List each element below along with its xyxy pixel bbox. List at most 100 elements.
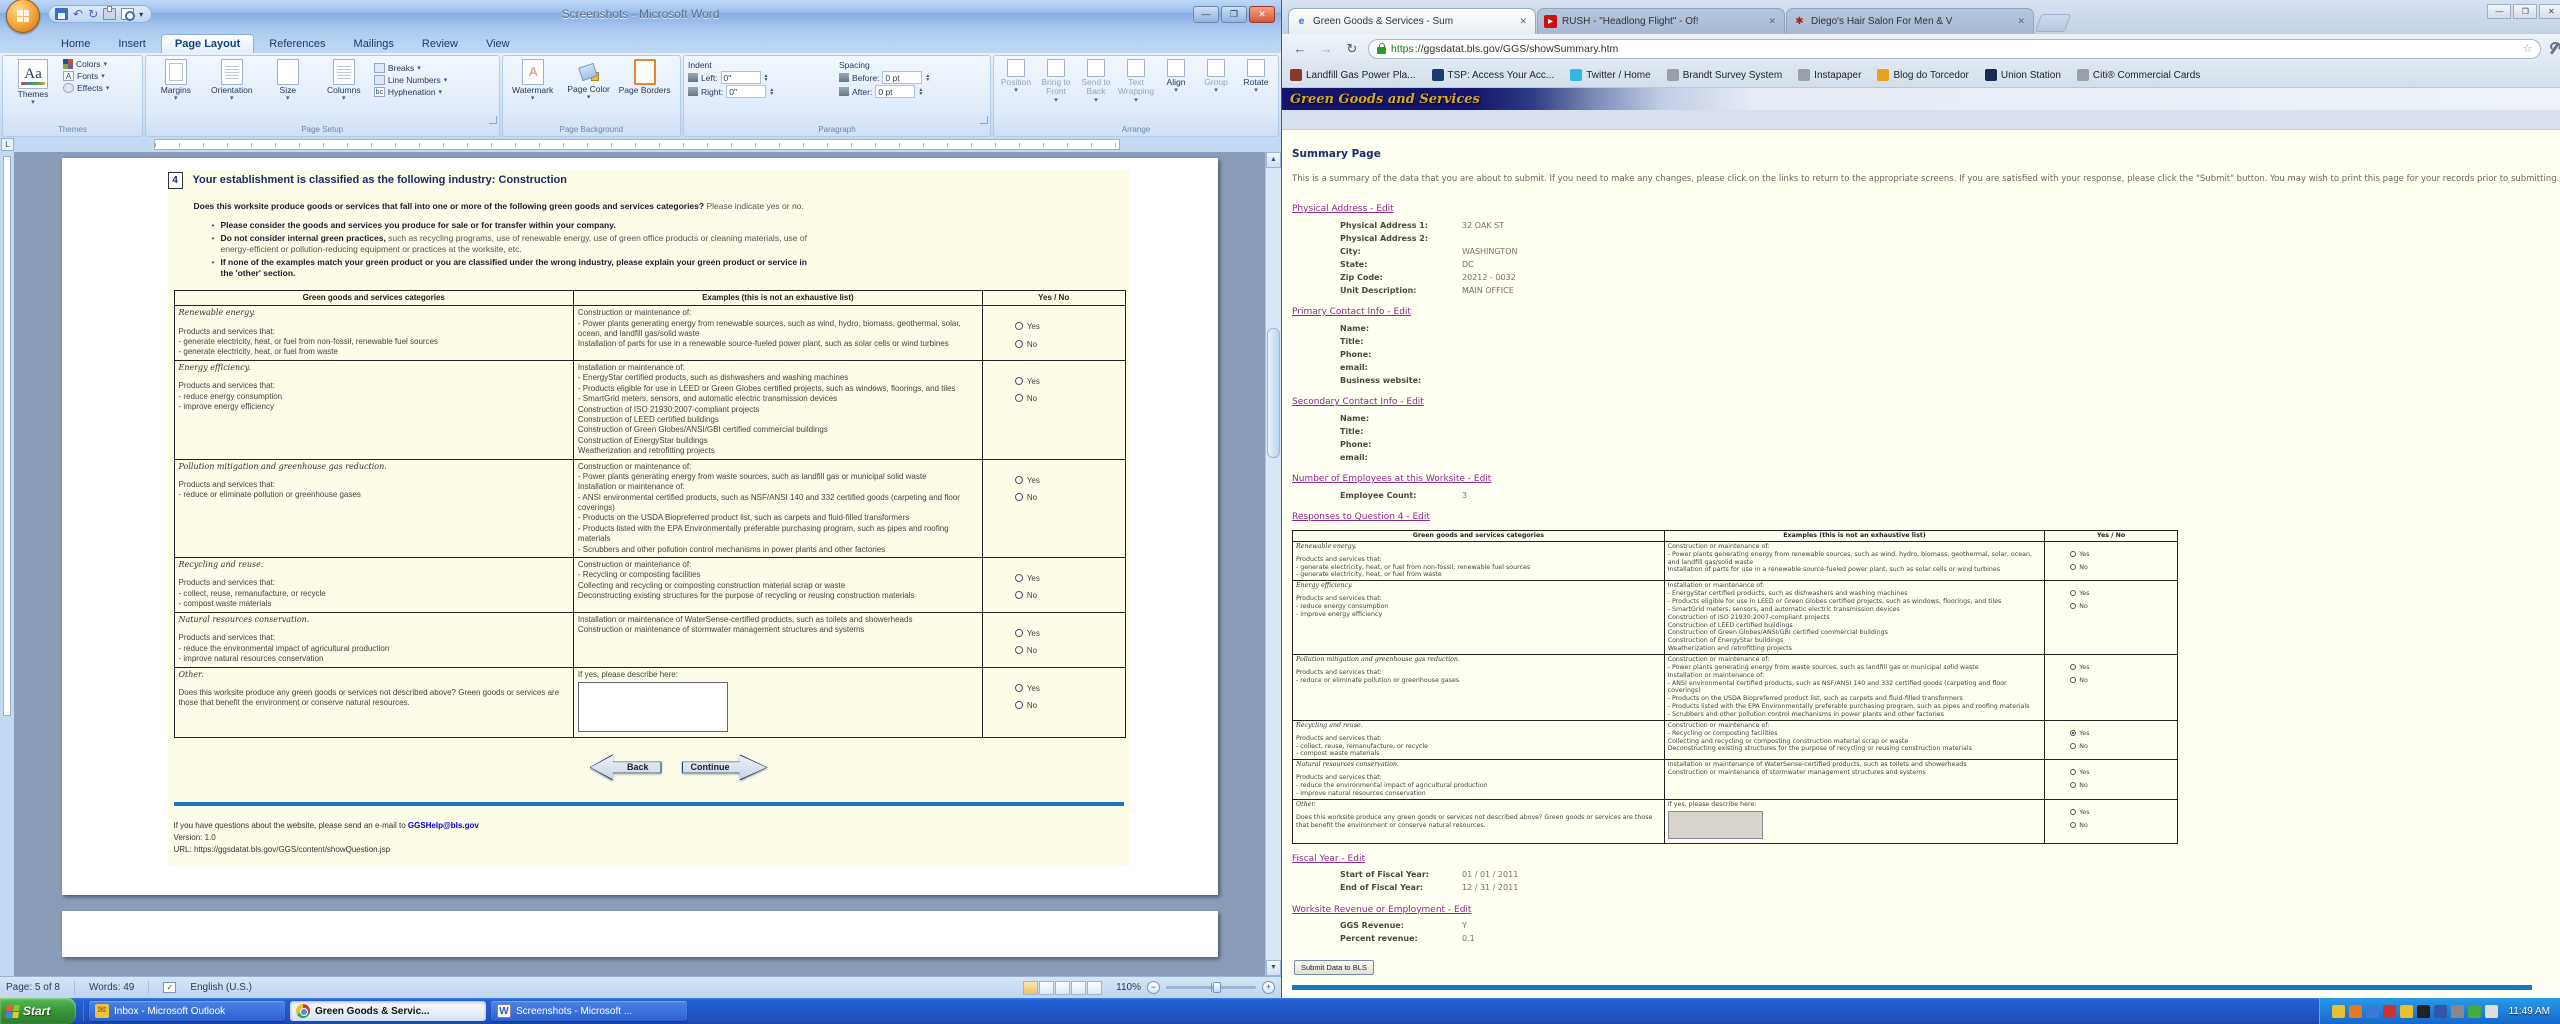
ribbon-tab-view[interactable]: View <box>473 35 523 53</box>
calendar-icon[interactable] <box>2349 1005 2362 1018</box>
chrome-minimize-button[interactable]: — <box>2487 4 2511 19</box>
bookmark-item[interactable]: Citi® Commercial Cards <box>2077 69 2200 81</box>
align-button[interactable]: Align▾ <box>1158 59 1194 124</box>
radio-no[interactable]: No <box>2070 603 2088 611</box>
page-setup-dialog-launcher[interactable] <box>489 116 497 124</box>
taskbar-item[interactable]: WScreenshots - Microsoft ... <box>491 1001 687 1021</box>
spellcheck-icon[interactable]: ✓ <box>163 982 176 993</box>
wrench-menu-icon[interactable] <box>2547 42 2560 56</box>
chrome-restore-button[interactable]: ❐ <box>2513 4 2537 19</box>
tab-close-icon[interactable]: ✕ <box>1766 16 1778 27</box>
section-edit-link[interactable]: Secondary Contact Info - Edit <box>1292 397 1424 407</box>
taskbar-item[interactable]: ✉Inbox - Microsoft Outlook <box>89 1001 285 1021</box>
radio-yes-icon[interactable] <box>2070 551 2076 557</box>
bookmark-item[interactable]: Instapaper <box>1798 69 1861 81</box>
radio-no[interactable]: No <box>1015 493 1037 503</box>
restore-button[interactable]: ❐ <box>1221 6 1247 23</box>
line-numbers-button[interactable]: Line Numbers▾ <box>374 75 447 85</box>
tab-close-icon[interactable]: ✕ <box>1517 16 1529 27</box>
start-button[interactable]: Start <box>0 998 76 1024</box>
browser-tab[interactable]: eGreen Goods & Services - Sum✕ <box>1288 8 1536 34</box>
address-bar[interactable]: https://ggsdatat.bls.gov/GGS/showSummary… <box>1368 39 2541 59</box>
submit-button[interactable]: Submit Data to BLS <box>1294 960 1374 975</box>
word-scrollbar[interactable]: ▲ ▼ <box>1265 152 1281 976</box>
zoom-out-button[interactable]: − <box>1147 981 1160 994</box>
radio-no-icon[interactable] <box>1015 646 1023 654</box>
radio-no[interactable]: No <box>1015 340 1037 350</box>
ribbon-tab-page-layout[interactable]: Page Layout <box>161 34 254 53</box>
radio-yes-icon[interactable] <box>1015 377 1023 385</box>
radio-yes[interactable]: Yes <box>1015 629 1040 639</box>
radio-no-icon[interactable] <box>2070 822 2076 828</box>
radio-yes-icon[interactable] <box>2070 809 2076 815</box>
radio-yes[interactable]: Yes <box>1015 574 1040 584</box>
radio-yes-icon[interactable] <box>1015 684 1023 692</box>
radio-yes[interactable]: Yes <box>2070 769 2089 777</box>
continue-button[interactable]: Continue <box>682 754 768 780</box>
volume-icon[interactable] <box>2417 1005 2430 1018</box>
indent-left-spinner[interactable]: ▲▼ <box>764 74 769 82</box>
watermark-button[interactable]: Watermark▾ <box>507 59 559 124</box>
taskbar-item[interactable]: Green Goods & Servic... <box>290 1001 486 1021</box>
word-count[interactable]: Words: 49 <box>89 982 134 993</box>
size-button[interactable]: Size▾ <box>262 59 314 124</box>
horizontal-ruler[interactable]: L <box>0 137 1281 152</box>
radio-no[interactable]: No <box>1015 394 1037 404</box>
radio-yes[interactable]: Yes <box>2070 730 2089 738</box>
radio-yes[interactable]: Yes <box>2070 551 2089 559</box>
hyphenation-button[interactable]: bcHyphenation▾ <box>374 87 447 97</box>
update-icon[interactable] <box>2468 1005 2481 1018</box>
margins-button[interactable]: Margins▾ <box>150 59 202 124</box>
tab-selector[interactable]: L <box>1 138 14 151</box>
view-switcher[interactable] <box>1023 981 1102 995</box>
chrome-close-button[interactable]: ✕ <box>2539 4 2560 19</box>
ribbon-tab-insert[interactable]: Insert <box>105 35 159 53</box>
radio-yes[interactable]: Yes <box>1015 377 1040 387</box>
browser-tab[interactable]: ✱Diego's Hair Salon For Men & V✕ <box>1786 8 2034 34</box>
radio-no-icon[interactable] <box>2070 677 2076 683</box>
radio-no-icon[interactable] <box>2070 743 2076 749</box>
columns-button[interactable]: Columns▾ <box>318 59 370 124</box>
close-button[interactable]: ✕ <box>1249 6 1275 23</box>
radio-yes[interactable]: Yes <box>2070 590 2089 598</box>
minimize-button[interactable]: — <box>1193 6 1219 23</box>
radio-no-icon[interactable] <box>1015 493 1023 501</box>
ribbon-tab-references[interactable]: References <box>256 35 338 53</box>
radio-yes[interactable]: Yes <box>1015 322 1040 332</box>
vertical-ruler[interactable] <box>0 152 14 976</box>
section-edit-link[interactable]: Primary Contact Info - Edit <box>1292 307 1411 317</box>
scroll-thumb[interactable] <box>1267 328 1280 458</box>
radio-yes-icon[interactable] <box>2070 590 2076 596</box>
radio-no[interactable]: No <box>2070 564 2088 572</box>
radio-yes[interactable]: Yes <box>2070 664 2089 672</box>
page-color-button[interactable]: Page Color▾ <box>563 59 615 124</box>
help-email-link[interactable]: GGSHelp@bls.gov <box>408 821 479 830</box>
shield-icon[interactable] <box>2383 1005 2396 1018</box>
forward-nav-button[interactable]: → <box>1316 41 1336 56</box>
radio-no[interactable]: No <box>2070 743 2088 751</box>
bookmark-star-icon[interactable]: ☆ <box>2522 42 2532 55</box>
radio-yes[interactable]: Yes <box>2070 809 2089 817</box>
taskbar-clock[interactable]: 11:49 AM <box>2508 1006 2550 1017</box>
language-indicator[interactable]: English (U.S.) <box>190 982 252 993</box>
paragraph-dialog-launcher[interactable] <box>980 116 988 124</box>
describe-textarea[interactable] <box>578 682 728 732</box>
bookmark-item[interactable]: Union Station <box>1985 69 2061 81</box>
new-tab-button[interactable] <box>2035 14 2072 32</box>
section-edit-link[interactable]: Worksite Revenue or Employment - Edit <box>1292 905 1471 915</box>
section-edit-link[interactable]: Fiscal Year - Edit <box>1292 854 1365 864</box>
radio-no-icon[interactable] <box>2070 564 2076 570</box>
radio-no-icon[interactable] <box>1015 394 1023 402</box>
indent-left-input[interactable]: 0" <box>721 71 761 84</box>
themes-button[interactable]: Aa Themes▾ <box>7 59 59 124</box>
spacing-after-spinner[interactable]: ▲▼ <box>918 88 923 96</box>
radio-no[interactable]: No <box>1015 646 1037 656</box>
ribbon-tab-mailings[interactable]: Mailings <box>341 35 407 53</box>
describe-textarea[interactable] <box>1668 811 1763 839</box>
document-page[interactable]: 4 Your establishment is classified as th… <box>62 158 1218 895</box>
radio-no[interactable]: No <box>2070 782 2088 790</box>
breaks-button[interactable]: Breaks▾ <box>374 63 447 73</box>
bookmark-item[interactable]: Blog do Torcedor <box>1877 69 1968 81</box>
radio-yes-icon[interactable] <box>2070 769 2076 775</box>
office-button[interactable] <box>6 0 40 33</box>
